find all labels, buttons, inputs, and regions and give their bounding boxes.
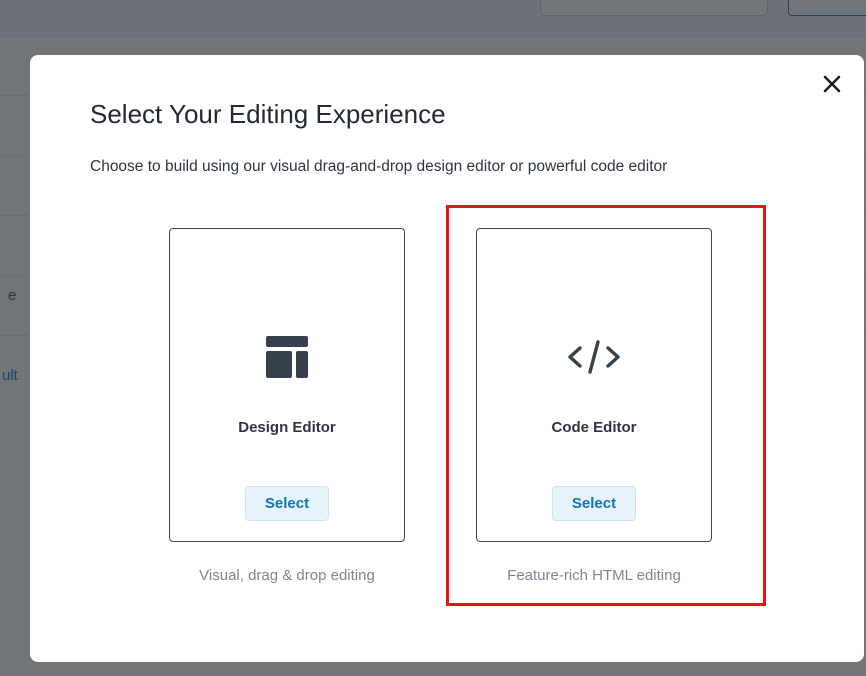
design-editor-label: Design Editor: [238, 419, 336, 436]
code-editor-caption: Feature-rich HTML editing: [507, 567, 681, 584]
code-editor-select-button[interactable]: Select: [552, 486, 636, 521]
design-editor-select-button[interactable]: Select: [245, 486, 329, 521]
modal-subtitle: Choose to build using our visual drag-an…: [90, 158, 668, 175]
editor-selection-modal: Select Your Editing Experience Choose to…: [30, 55, 864, 662]
design-editor-card[interactable]: Design Editor Select: [169, 228, 405, 542]
code-editor-card[interactable]: Code Editor Select: [476, 228, 712, 542]
code-brackets-icon: [477, 335, 711, 379]
design-editor-caption: Visual, drag & drop editing: [199, 567, 375, 584]
layout-template-icon: [170, 335, 404, 379]
modal-title: Select Your Editing Experience: [90, 99, 446, 129]
close-icon[interactable]: [819, 71, 845, 97]
code-editor-label: Code Editor: [551, 419, 637, 436]
